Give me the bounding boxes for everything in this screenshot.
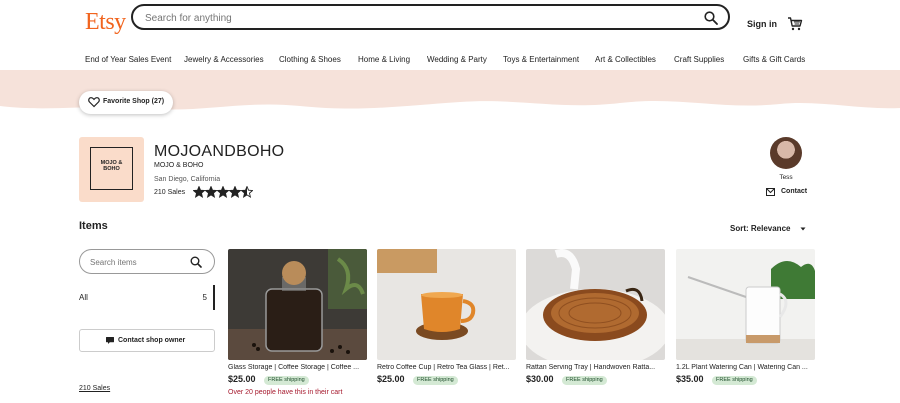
shop-location: San Diego, California <box>154 176 221 183</box>
product-title[interactable]: 1.2L Plant Watering Can | Watering Can .… <box>676 364 815 371</box>
mail-icon <box>766 188 775 196</box>
section-all-count: 5 <box>202 293 207 302</box>
nav-item-craft[interactable]: Craft Supplies <box>674 55 724 64</box>
sales-link[interactable]: 210 Sales <box>79 385 110 392</box>
items-heading: Items <box>79 220 108 232</box>
rating-stars <box>193 186 253 198</box>
cart-icon[interactable] <box>787 16 803 32</box>
item-search-input[interactable] <box>90 256 190 268</box>
product-price: $35.00 <box>676 374 704 384</box>
product-price: $25.00 <box>228 374 256 384</box>
search-icon[interactable] <box>704 11 718 25</box>
section-all-label: All <box>79 293 88 302</box>
contact-shop-owner-button[interactable]: Contact shop owner <box>79 329 215 352</box>
etsy-logo[interactable]: Etsy <box>85 9 126 36</box>
nav-item-end-of-year-sales[interactable]: End of Year Sales Event <box>85 55 171 64</box>
shop-name: MOJOANDBOHO <box>154 143 285 160</box>
free-shipping-badge: FREE shipping <box>413 376 458 385</box>
product-image[interactable] <box>228 249 367 360</box>
search-bar[interactable] <box>131 4 730 30</box>
heart-icon <box>88 97 100 108</box>
free-shipping-badge: FREE shipping <box>562 376 607 385</box>
shop-logo-frame: MOJO & BOHO <box>90 147 133 190</box>
shop-sales-count: 210 Sales <box>154 189 186 196</box>
product-price: $25.00 <box>377 374 405 384</box>
nav-item-art[interactable]: Art & Collectibles <box>595 55 656 64</box>
product-image[interactable] <box>526 249 665 360</box>
contact-shop-owner-label: Contact shop owner <box>118 337 186 344</box>
product-title[interactable]: Retro Coffee Cup | Retro Tea Glass | Ret… <box>377 364 516 371</box>
selected-indicator <box>213 285 215 310</box>
shop-logo: MOJO & BOHO <box>79 137 144 202</box>
contact-label: Contact <box>781 188 808 195</box>
shop-logo-text: MOJO & BOHO <box>100 160 123 172</box>
product-image[interactable] <box>676 249 815 360</box>
cart-demand-note: Over 20 people have this in their cart <box>228 389 343 396</box>
sort-dropdown[interactable]: Sort: Relevance <box>730 224 807 233</box>
product-price: $30.00 <box>526 374 554 384</box>
section-all[interactable]: All 5 <box>79 285 215 310</box>
product-title[interactable]: Rattan Serving Tray | Handwoven Ratta... <box>526 364 665 371</box>
sign-in-link[interactable]: Sign in <box>747 19 777 29</box>
nav-item-home-living[interactable]: Home & Living <box>358 55 410 64</box>
nav-item-clothing[interactable]: Clothing & Shoes <box>279 55 341 64</box>
free-shipping-badge: FREE shipping <box>712 376 757 385</box>
top-bar: Etsy Sign in <box>0 0 900 48</box>
category-nav: End of Year Sales Event Jewelry & Access… <box>0 52 900 70</box>
caret-down-icon <box>800 227 806 231</box>
sort-label: Sort: Relevance <box>730 224 791 233</box>
nav-item-toys[interactable]: Toys & Entertainment <box>503 55 579 64</box>
nav-item-gifts[interactable]: Gifts & Gift Cards <box>743 55 805 64</box>
chat-icon <box>106 337 114 344</box>
shop-subtitle: MOJO & BOHO <box>154 162 204 169</box>
free-shipping-badge: FREE shipping <box>264 376 309 385</box>
search-input[interactable] <box>145 10 685 26</box>
favorite-shop-label: Favorite Shop (27) <box>103 98 165 105</box>
product-title[interactable]: Glass Storage | Coffee Storage | Coffee … <box>228 364 367 371</box>
owner-avatar[interactable] <box>770 137 802 169</box>
owner-name: Tess <box>779 174 793 181</box>
item-search-bar[interactable] <box>79 249 215 274</box>
search-icon[interactable] <box>190 256 202 268</box>
product-image[interactable] <box>377 249 516 360</box>
nav-item-wedding[interactable]: Wedding & Party <box>427 55 487 64</box>
favorite-shop-button[interactable]: Favorite Shop (27) <box>79 91 173 114</box>
nav-item-jewelry[interactable]: Jewelry & Accessories <box>184 55 264 64</box>
